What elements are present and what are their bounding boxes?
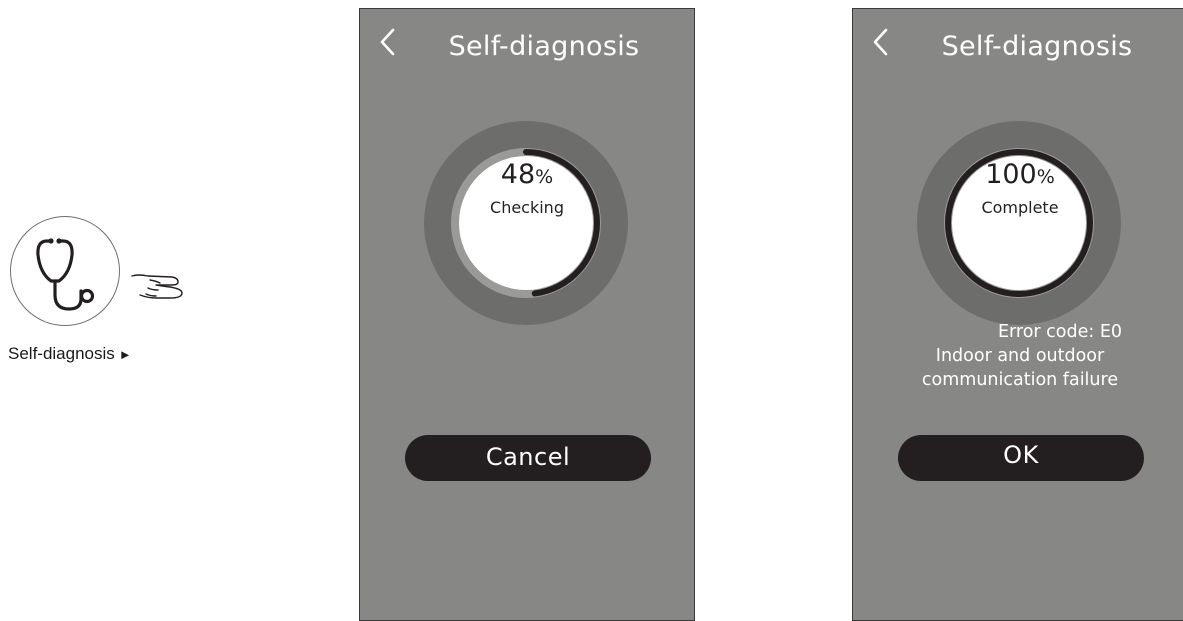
progress-status: Complete <box>981 198 1059 217</box>
self-diagnosis-label-text: Self-diagnosis <box>8 344 115 363</box>
page-title: Self-diagnosis <box>941 31 1133 62</box>
progress-percent-value: 100 <box>985 159 1037 190</box>
feature-callout: Self-diagnosis ► <box>0 0 330 621</box>
ok-button[interactable]: OK <box>898 435 1144 481</box>
error-description-line-2: communication failure <box>921 370 1119 390</box>
error-description-line-1: Indoor and outdoor <box>935 346 1105 366</box>
self-diagnosis-screen-complete: Self-diagnosis 100% Complete Error code:… <box>852 8 1183 621</box>
cancel-button[interactable]: Cancel <box>405 435 651 481</box>
progress-percent-unit: % <box>535 166 554 188</box>
progress-percent-unit: % <box>1036 166 1055 188</box>
page-title: Self-diagnosis <box>448 31 640 62</box>
right-triangle-icon: ► <box>118 347 132 362</box>
progress-ring <box>424 121 628 325</box>
progress-percent: 48% <box>360 159 694 190</box>
progress-ring <box>917 121 1121 325</box>
error-message: Error code: E0 Indoor and outdoor commun… <box>853 320 1183 392</box>
error-code: Error code: E0 <box>997 322 1123 342</box>
pointing-hand-icon <box>131 274 183 299</box>
self-diagnosis-shortcut-button[interactable] <box>10 216 120 326</box>
progress-percent-value: 48 <box>500 159 536 190</box>
progress-status: Checking <box>490 198 564 217</box>
self-diagnosis-label: Self-diagnosis ► <box>8 344 132 364</box>
progress-percent: 100% <box>853 159 1183 190</box>
self-diagnosis-screen-checking: Self-diagnosis 48% Checking Cancel <box>359 8 695 621</box>
stethoscope-icon <box>36 238 95 311</box>
